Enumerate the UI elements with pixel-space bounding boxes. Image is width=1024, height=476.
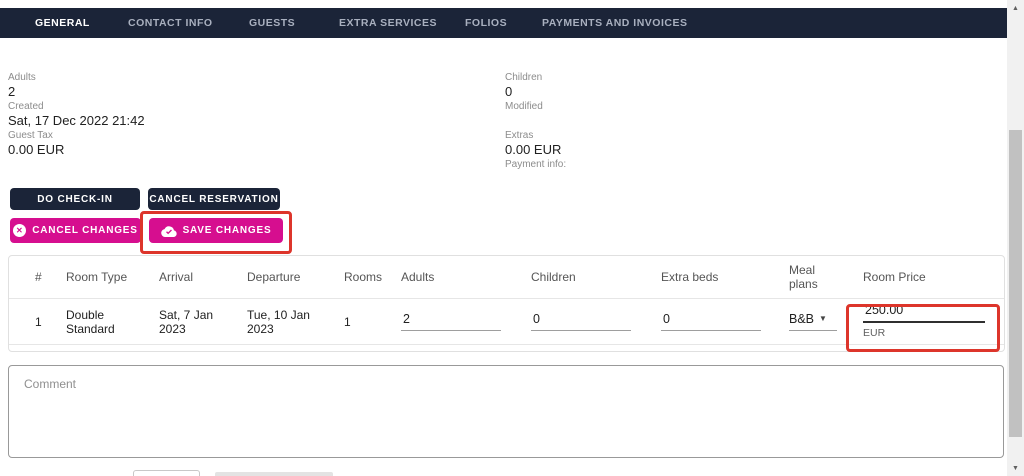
cancel-reservation-label: CANCEL RESERVATION bbox=[149, 193, 279, 205]
row-departure: Tue, 10 Jan 2023 bbox=[247, 307, 310, 336]
scroll-up-icon[interactable]: ▲ bbox=[1007, 0, 1024, 16]
top-nav: GENERAL CONTACT INFO GUESTS EXTRA SERVIC… bbox=[0, 8, 1007, 38]
field-created: Created Sat, 17 Dec 2022 21:42 bbox=[8, 100, 145, 128]
extras-label: Extras bbox=[505, 130, 534, 141]
payment-info-value bbox=[505, 171, 566, 186]
children-value: 0 bbox=[505, 84, 513, 99]
cancel-changes-label: CANCEL CHANGES bbox=[32, 225, 138, 236]
cutoff-control[interactable] bbox=[215, 472, 333, 476]
row-room-type: Double Standard bbox=[66, 307, 115, 336]
adults-input[interactable] bbox=[401, 312, 501, 331]
tab-guests[interactable]: GUESTS bbox=[249, 8, 295, 38]
field-extras: Extras 0.00 EUR bbox=[505, 129, 566, 157]
do-check-in-label: DO CHECK-IN bbox=[37, 193, 113, 205]
cloud-check-icon bbox=[160, 225, 177, 237]
header-departure: Departure bbox=[247, 270, 301, 284]
save-changes-label: SAVE CHANGES bbox=[182, 225, 272, 236]
scrollbar-thumb[interactable] bbox=[1009, 130, 1022, 437]
vertical-scrollbar[interactable]: ▲ ▼ bbox=[1007, 0, 1024, 476]
cancel-changes-button[interactable]: ✕ CANCEL CHANGES bbox=[10, 218, 141, 243]
header-arrival: Arrival bbox=[159, 270, 194, 284]
adults-label: Adults bbox=[8, 72, 36, 83]
header-room-price: Room Price bbox=[863, 270, 926, 284]
tab-general[interactable]: GENERAL bbox=[35, 8, 90, 38]
info-column-right: Children 0 Modified Extras 0.00 EUR Paym… bbox=[505, 71, 566, 187]
field-adults: Adults 2 bbox=[8, 71, 145, 99]
currency-suffix: EUR bbox=[863, 327, 886, 339]
field-modified: Modified bbox=[505, 100, 566, 128]
header-meal-plans: Meal plans bbox=[789, 263, 863, 291]
scroll-down-icon[interactable]: ▼ bbox=[1007, 460, 1024, 476]
children-label: Children bbox=[505, 72, 543, 83]
modified-value bbox=[505, 113, 566, 128]
do-check-in-button[interactable]: DO CHECK-IN bbox=[10, 188, 140, 210]
field-guest-tax: Guest Tax 0.00 EUR bbox=[8, 129, 145, 157]
header-children: Children bbox=[531, 270, 576, 284]
header-extra-beds: Extra beds bbox=[661, 270, 719, 284]
header-room-type: Room Type bbox=[66, 270, 128, 284]
reservation-general-page: GENERAL CONTACT INFO GUESTS EXTRA SERVIC… bbox=[0, 0, 1024, 476]
guest-tax-value: 0.00 EUR bbox=[8, 142, 65, 157]
tab-contact-info[interactable]: CONTACT INFO bbox=[128, 8, 213, 38]
created-value: Sat, 17 Dec 2022 21:42 bbox=[8, 113, 145, 128]
meal-plan-select[interactable]: B&B ▼ bbox=[789, 312, 837, 331]
room-price-input[interactable] bbox=[863, 303, 985, 323]
modified-label: Modified bbox=[505, 101, 543, 112]
header-rooms: Rooms bbox=[344, 270, 383, 284]
header-adults: Adults bbox=[401, 270, 435, 284]
row-room-price-cell: EUR bbox=[863, 303, 1006, 340]
cancel-reservation-button[interactable]: CANCEL RESERVATION bbox=[148, 188, 280, 210]
cutoff-control[interactable] bbox=[133, 470, 200, 476]
guest-tax-label: Guest Tax bbox=[8, 130, 53, 141]
created-label: Created bbox=[8, 101, 44, 112]
tab-folios[interactable]: FOLIOS bbox=[465, 8, 507, 38]
info-column-left: Adults 2 Created Sat, 17 Dec 2022 21:42 … bbox=[8, 71, 145, 158]
tab-extra-services[interactable]: EXTRA SERVICES bbox=[339, 8, 437, 38]
comment-textarea[interactable] bbox=[8, 365, 1004, 458]
x-circle-icon: ✕ bbox=[13, 224, 27, 237]
adults-value: 2 bbox=[8, 84, 16, 99]
rooms-table-card: # Room Type Arrival Departure Rooms Adul… bbox=[8, 255, 1005, 352]
rooms-table-header: # Room Type Arrival Departure Rooms Adul… bbox=[9, 256, 1004, 299]
row-num: 1 bbox=[35, 314, 42, 329]
chevron-down-icon: ▼ bbox=[819, 314, 827, 323]
field-payment-info: Payment info: bbox=[505, 158, 566, 186]
field-children: Children 0 bbox=[505, 71, 566, 99]
table-row: 1 Double Standard Sat, 7 Jan 2023 Tue, 1… bbox=[9, 299, 1004, 345]
row-meal-plan-cell: B&B ▼ bbox=[789, 312, 863, 331]
children-input[interactable] bbox=[531, 312, 631, 331]
extras-value: 0.00 EUR bbox=[505, 142, 562, 157]
row-adults-cell bbox=[401, 312, 531, 331]
header-meal-plans-text: Meal plans bbox=[789, 263, 818, 291]
header-num: # bbox=[35, 270, 42, 284]
row-extra-beds-cell bbox=[661, 312, 789, 331]
payment-info-label: Payment info: bbox=[505, 159, 567, 170]
extra-beds-input[interactable] bbox=[661, 312, 761, 331]
row-children-cell bbox=[531, 312, 661, 331]
row-rooms: 1 bbox=[344, 314, 351, 329]
tab-payments-invoices[interactable]: PAYMENTS AND INVOICES bbox=[542, 8, 687, 38]
meal-plan-value: B&B bbox=[789, 312, 815, 326]
row-arrival: Sat, 7 Jan 2023 bbox=[159, 307, 214, 336]
save-changes-button[interactable]: SAVE CHANGES bbox=[149, 218, 283, 243]
